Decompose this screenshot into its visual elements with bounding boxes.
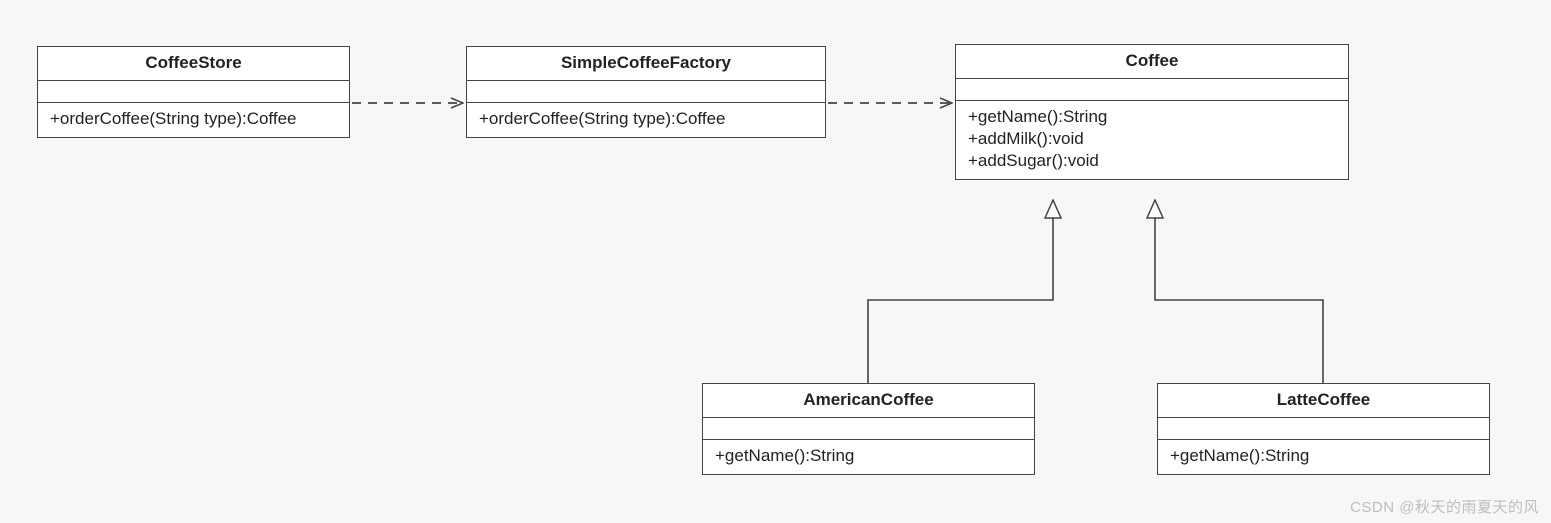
class-simple-coffee-factory: SimpleCoffeeFactory +orderCoffee(String … [466,46,826,138]
generalization-arrow [1155,200,1323,383]
generalization-arrow [868,200,1053,383]
operation: +addSugar():void [968,151,1336,171]
watermark: CSDN @秋天的雨夏天的风 [1350,496,1539,517]
class-operations: +orderCoffee(String type):Coffee [467,103,825,137]
class-attributes [38,81,349,103]
class-name: AmericanCoffee [703,384,1034,418]
operation: +getName():String [968,107,1336,127]
operation: +orderCoffee(String type):Coffee [50,109,337,129]
operation: +orderCoffee(String type):Coffee [479,109,813,129]
class-attributes [1158,418,1489,440]
class-attributes [703,418,1034,440]
operation: +addMilk():void [968,129,1336,149]
class-coffee-store: CoffeeStore +orderCoffee(String type):Co… [37,46,350,138]
class-operations: +getName():String [1158,440,1489,474]
class-name: CoffeeStore [38,47,349,81]
class-name: SimpleCoffeeFactory [467,47,825,81]
class-name: Coffee [956,45,1348,79]
operation: +getName():String [1170,446,1477,466]
operation: +getName():String [715,446,1022,466]
class-attributes [956,79,1348,101]
class-latte-coffee: LatteCoffee +getName():String [1157,383,1490,475]
class-name: LatteCoffee [1158,384,1489,418]
class-operations: +getName():String +addMilk():void +addSu… [956,101,1348,179]
class-coffee: Coffee +getName():String +addMilk():void… [955,44,1349,180]
class-attributes [467,81,825,103]
class-operations: +orderCoffee(String type):Coffee [38,103,349,137]
class-american-coffee: AmericanCoffee +getName():String [702,383,1035,475]
class-operations: +getName():String [703,440,1034,474]
